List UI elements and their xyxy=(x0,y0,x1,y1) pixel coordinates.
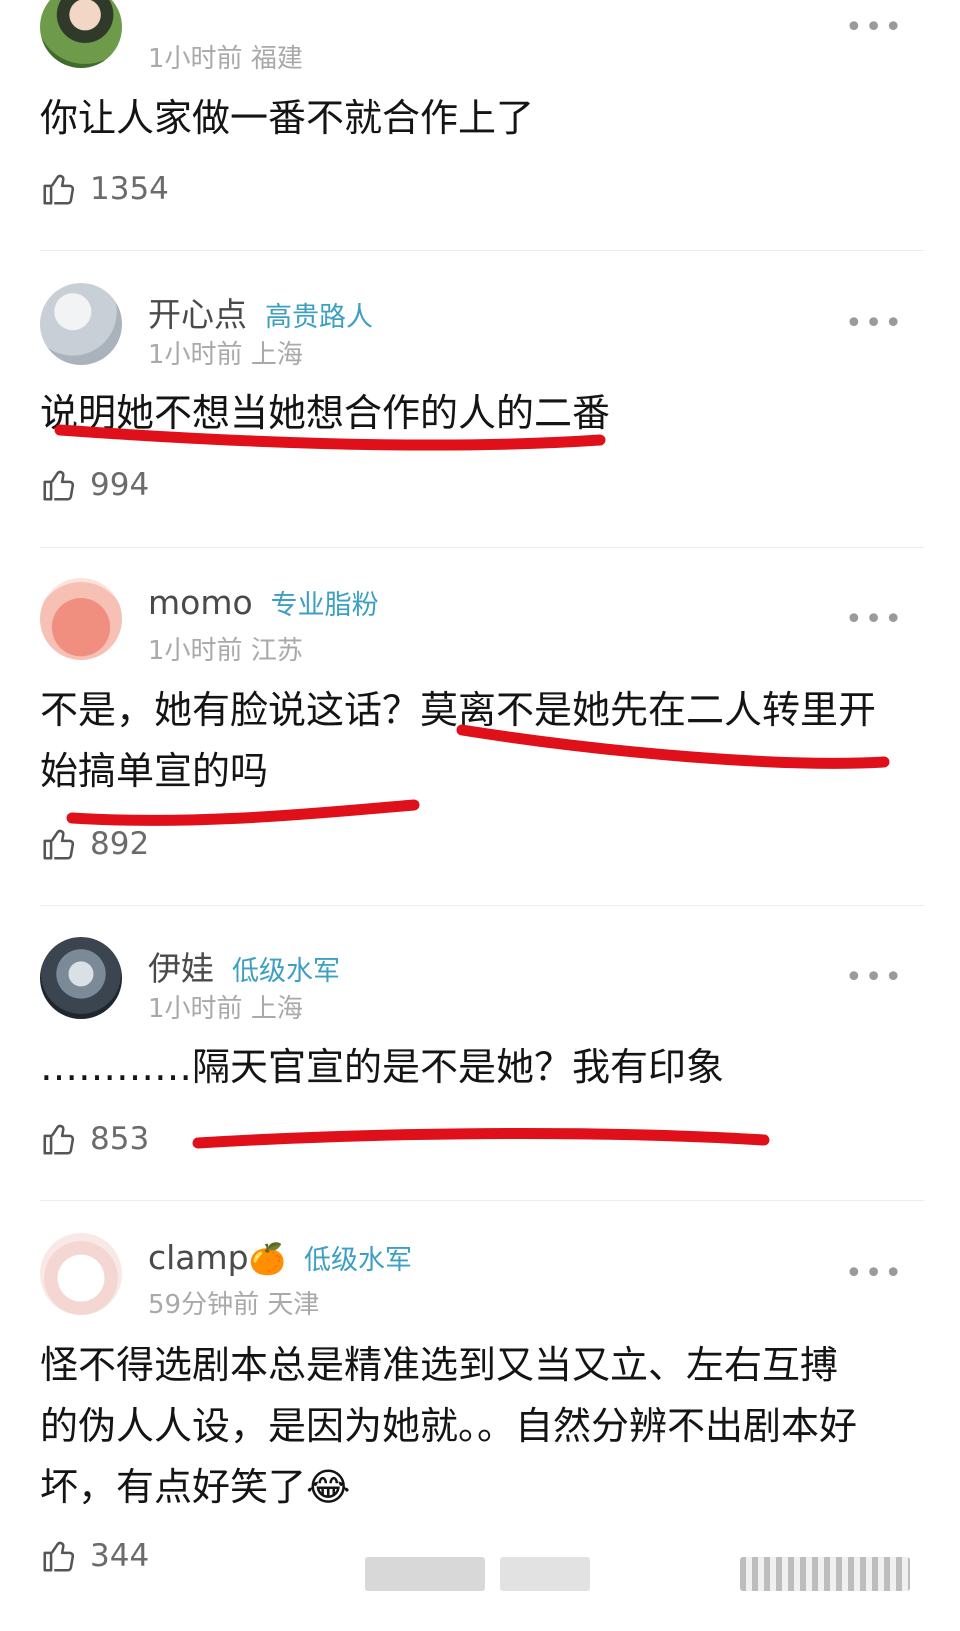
comment-text: …………隔天官宣的是不是她？我有印象 xyxy=(40,1045,725,1089)
more-dots-icon[interactable]: ••• xyxy=(845,960,904,995)
comment-meta: 1小时前 江苏 xyxy=(148,636,303,666)
name-row: 伊娃 低级水军 xyxy=(148,942,340,990)
avatar[interactable] xyxy=(40,0,122,68)
comment-meta: 1小时前 上海 xyxy=(148,340,303,370)
thumbs-up-icon xyxy=(43,1124,75,1155)
username[interactable]: 伊娃 xyxy=(148,942,214,990)
blurred-watermark xyxy=(500,1557,590,1591)
blurred-watermark xyxy=(365,1557,485,1591)
divider xyxy=(40,905,924,906)
like-count: 892 xyxy=(90,826,150,862)
thumbs-up-icon xyxy=(43,1541,75,1572)
like-button[interactable]: 892 xyxy=(40,825,149,863)
comment-text: 不是，她有脸说这话？莫离不是她先在二人转里开始搞单宣的吗 xyxy=(40,688,877,793)
thumbs-up-icon xyxy=(43,174,75,205)
name-row: momo 专业脂粉 xyxy=(148,583,379,622)
blurred-watermark xyxy=(740,1557,910,1591)
user-badge: 低级水军 xyxy=(304,1245,412,1276)
user-badge: 高贵路人 xyxy=(265,302,373,333)
like-button[interactable]: 1354 xyxy=(40,170,169,208)
like-count: 344 xyxy=(90,1538,150,1574)
more-dots-icon[interactable]: ••• xyxy=(845,10,904,45)
more-dots-icon[interactable]: ••• xyxy=(845,602,904,637)
username[interactable]: clamp🍊 xyxy=(148,1238,286,1277)
avatar[interactable] xyxy=(40,1233,122,1315)
username[interactable]: momo xyxy=(148,583,253,622)
name-row: 开心点 高贵路人 xyxy=(148,288,373,336)
avatar[interactable] xyxy=(40,283,122,365)
avatar[interactable] xyxy=(40,578,122,660)
avatar[interactable] xyxy=(40,937,122,1019)
username[interactable]: 开心点 xyxy=(148,288,247,336)
name-row: clamp🍊 低级水军 xyxy=(148,1238,412,1277)
comment-meta: 59分钟前 天津 xyxy=(148,1290,320,1320)
thumbs-up-icon xyxy=(43,470,75,501)
like-count: 994 xyxy=(90,467,150,503)
more-dots-icon[interactable]: ••• xyxy=(845,1256,904,1291)
divider xyxy=(40,1200,924,1201)
comment-meta: 1小时前 福建 xyxy=(148,44,303,74)
thumbs-up-icon xyxy=(43,829,75,860)
like-button[interactable]: 853 xyxy=(40,1120,149,1158)
more-dots-icon[interactable]: ••• xyxy=(845,306,904,341)
red-underline xyxy=(192,1128,770,1149)
like-button[interactable]: 344 xyxy=(40,1537,149,1575)
user-badge: 低级水军 xyxy=(232,956,340,987)
divider xyxy=(40,250,924,251)
like-count: 1354 xyxy=(90,171,169,207)
orange-emoji-icon: 🍊 xyxy=(248,1242,286,1277)
user-badge: 专业脂粉 xyxy=(270,590,379,621)
comment-meta: 1小时前 上海 xyxy=(148,994,303,1024)
divider xyxy=(40,547,924,548)
comment-text: 说明她不想当她想合作的人的二番 xyxy=(40,391,611,435)
comment-text: 你让人家做一番不就合作上了 xyxy=(40,96,535,140)
like-count: 853 xyxy=(90,1121,150,1157)
comment-text: 怪不得选剧本总是精准选到又当又立、左右互搏的伪人人设，是因为她就。。自然分辨不出… xyxy=(40,1343,858,1509)
like-button[interactable]: 994 xyxy=(40,466,149,504)
red-underline xyxy=(66,799,420,826)
